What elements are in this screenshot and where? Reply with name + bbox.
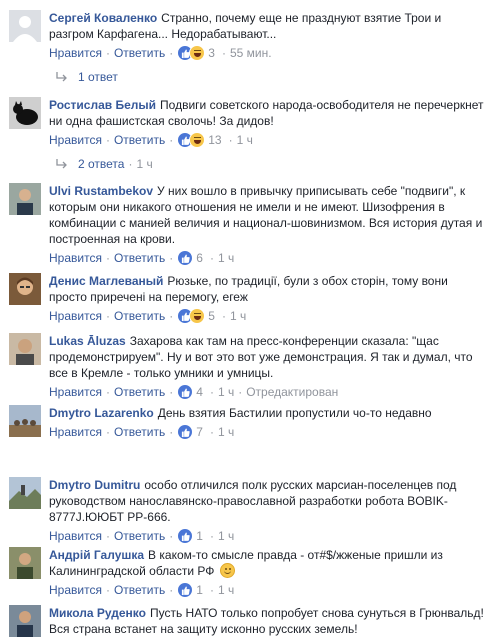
- like-button[interactable]: Нравится: [49, 582, 102, 598]
- like-reaction-icon: [177, 528, 194, 544]
- avatar[interactable]: [9, 183, 41, 215]
- like-reaction-icon: [177, 250, 194, 266]
- reply-button[interactable]: Ответить: [114, 45, 165, 61]
- edited-label[interactable]: Отредактирован: [246, 384, 338, 400]
- comment-actions: Нравится · Ответить · 4 · 1 ч · Отредакт…: [49, 384, 339, 400]
- reactions[interactable]: 6: [177, 250, 203, 266]
- avatar[interactable]: [9, 273, 41, 305]
- like-reaction-icon: [177, 384, 194, 400]
- comment-author[interactable]: Lukas Āluzas: [49, 334, 126, 348]
- avatar[interactable]: [9, 605, 41, 637]
- like-button[interactable]: Нравится: [49, 424, 102, 440]
- comment-time[interactable]: 55 мин.: [230, 45, 272, 61]
- reaction-count: 5: [208, 309, 215, 323]
- reaction-count: 6: [196, 251, 203, 265]
- like-button[interactable]: Нравится: [49, 250, 102, 266]
- reply-button[interactable]: Ответить: [114, 308, 165, 324]
- haha-reaction-icon: [189, 45, 206, 61]
- reactions[interactable]: 7: [177, 424, 203, 440]
- haha-reaction-icon: [189, 308, 206, 324]
- replies-count[interactable]: 1 ответ: [78, 69, 118, 85]
- reaction-count: 1: [196, 529, 203, 543]
- like-button[interactable]: Нравится: [49, 384, 102, 400]
- comment-body: Ростислав Белый Подвиги советского народа…: [49, 97, 489, 129]
- comment-author[interactable]: Dmytro Dumitru: [49, 478, 140, 492]
- reactions[interactable]: 3: [177, 45, 215, 61]
- comment-author[interactable]: Денис Маглеваный: [49, 274, 163, 288]
- haha-reaction-icon: [189, 132, 206, 148]
- reaction-count: 1: [196, 583, 203, 597]
- comment-text: День взятия Бастилии пропустили чо-то не…: [157, 406, 432, 420]
- comment-author[interactable]: Микола Руденко: [49, 606, 146, 620]
- reaction-count: 13: [208, 133, 222, 147]
- avatar[interactable]: [9, 547, 41, 579]
- comment-time[interactable]: 1 ч: [218, 250, 234, 266]
- comment-body: Андрій Галушка В каком-то смысле правда -…: [49, 547, 489, 579]
- reaction-count: 4: [196, 385, 203, 399]
- reply-button[interactable]: Ответить: [114, 424, 165, 440]
- avatar[interactable]: [9, 333, 41, 365]
- comment-time[interactable]: 1 ч: [218, 384, 234, 400]
- reply-arrow-icon: [56, 72, 67, 82]
- reactions[interactable]: 1: [177, 528, 203, 544]
- reactions[interactable]: 5: [177, 308, 215, 324]
- replies-count[interactable]: 2 ответа: [78, 156, 124, 172]
- comment-actions: Нравится · Ответить · 13 · 1 ч: [49, 132, 253, 148]
- reaction-count: 7: [196, 425, 203, 439]
- comment-time[interactable]: 1 ч: [237, 132, 253, 148]
- comment-actions: Нравится · Ответить · 1 · 1 ч: [49, 582, 235, 598]
- comment-author[interactable]: Ulvi Rustambekov: [49, 184, 153, 198]
- like-reaction-icon: [177, 424, 194, 440]
- reactions[interactable]: 1: [177, 582, 203, 598]
- reply-button[interactable]: Ответить: [114, 132, 165, 148]
- like-reaction-icon: [177, 582, 194, 598]
- avatar[interactable]: [9, 477, 41, 509]
- reply-button[interactable]: Ответить: [114, 528, 165, 544]
- reactions[interactable]: 13: [177, 132, 222, 148]
- replies-time: 1 ч: [136, 157, 153, 171]
- like-button[interactable]: Нравится: [49, 528, 102, 544]
- comment-body: Денис Маглеваный Рюзьке, по традиції, бул…: [49, 273, 489, 305]
- comment-time[interactable]: 1 ч: [218, 528, 234, 544]
- smiley-emoji-icon: [219, 563, 235, 578]
- avatar[interactable]: [9, 405, 41, 437]
- avatar[interactable]: [9, 97, 41, 129]
- comment-author[interactable]: Ростислав Белый: [49, 98, 156, 112]
- comment-actions: Нравится · Ответить · 1 · 1 ч: [49, 528, 235, 544]
- comment-body: Ulvi Rustambekov У них вошло в привычку п…: [49, 183, 489, 247]
- like-button[interactable]: Нравится: [49, 308, 102, 324]
- comment-time[interactable]: 1 ч: [230, 308, 246, 324]
- like-button[interactable]: Нравится: [49, 132, 102, 148]
- comment-author[interactable]: Сергей Коваленко: [49, 11, 157, 25]
- avatar-default[interactable]: [9, 10, 41, 42]
- replies-toggle[interactable]: 2 ответа · 1 ч: [56, 156, 153, 172]
- comment-body: Dmytro Dumitru особо отличился полк русск…: [49, 477, 489, 525]
- reply-button[interactable]: Ответить: [114, 582, 165, 598]
- replies-toggle[interactable]: 1 ответ: [56, 69, 118, 85]
- comment-actions: Нравится · Ответить · 6 · 1 ч: [49, 250, 235, 266]
- comment-actions: Нравится · Ответить · 5 · 1 ч: [49, 308, 247, 324]
- comment-author[interactable]: Андрій Галушка: [49, 548, 144, 562]
- reaction-count: 3: [208, 46, 215, 60]
- reactions[interactable]: 4: [177, 384, 203, 400]
- comment-actions: Нравится · Ответить · 3 · 55 мин.: [49, 45, 272, 61]
- comment-body: Dmytro Lazarenko День взятия Бастилии про…: [49, 405, 489, 421]
- comment-body: Lukas Āluzas Захарова как там на пресс-ко…: [49, 333, 489, 381]
- reply-button[interactable]: Ответить: [114, 250, 165, 266]
- comment-time[interactable]: 1 ч: [218, 582, 234, 598]
- comment-time[interactable]: 1 ч: [218, 424, 234, 440]
- comment-body: Микола Руденко Пусть НАТО только попробуе…: [49, 605, 489, 637]
- like-button[interactable]: Нравится: [49, 45, 102, 61]
- comment-body: Сергей Коваленко Странно, почему еще не п…: [49, 10, 489, 42]
- comment-author[interactable]: Dmytro Lazarenko: [49, 406, 154, 420]
- reply-arrow-icon: [56, 159, 67, 169]
- reply-button[interactable]: Ответить: [114, 384, 165, 400]
- comment-actions: Нравится · Ответить · 7 · 1 ч: [49, 424, 235, 440]
